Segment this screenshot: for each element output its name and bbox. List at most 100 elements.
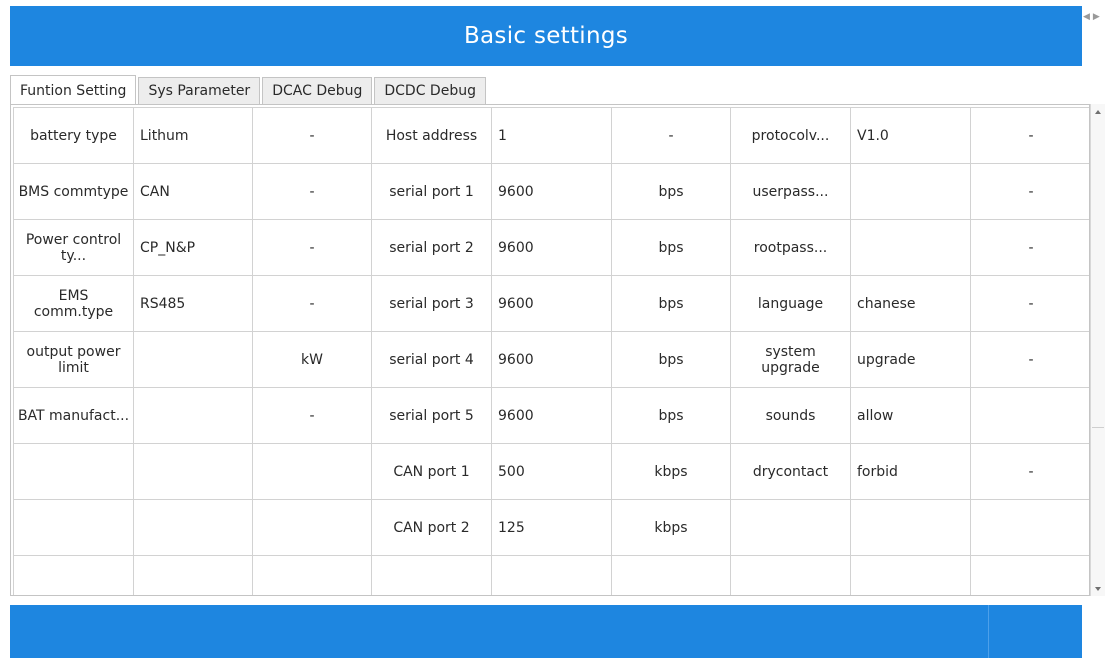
setting-unit-cell bbox=[970, 387, 1089, 444]
setting-value-cell[interactable]: upgrade bbox=[850, 331, 971, 388]
tab-sys-parameter[interactable]: Sys Parameter bbox=[138, 77, 261, 104]
setting-unit-cell: - bbox=[970, 219, 1089, 276]
setting-name-cell: system upgrade bbox=[730, 331, 851, 388]
setting-name-cell: BAT manufact... bbox=[13, 387, 134, 444]
setting-value-cell[interactable]: 125 bbox=[491, 499, 612, 556]
setting-value-cell[interactable] bbox=[491, 555, 612, 595]
setting-name-cell: CAN port 2 bbox=[371, 499, 492, 556]
setting-value-cell[interactable]: 9600 bbox=[491, 275, 612, 332]
setting-name-cell: serial port 1 bbox=[371, 163, 492, 220]
setting-unit-cell: - bbox=[970, 331, 1089, 388]
setting-value-cell[interactable] bbox=[133, 555, 253, 595]
setting-unit-cell: kbps bbox=[611, 499, 731, 556]
setting-unit-cell: - bbox=[611, 107, 731, 164]
setting-unit-cell: - bbox=[970, 443, 1089, 500]
setting-name-cell: battery type bbox=[13, 107, 134, 164]
setting-value-cell[interactable]: forbid bbox=[850, 443, 971, 500]
setting-value-cell[interactable]: 1 bbox=[491, 107, 612, 164]
vertical-scrollbar[interactable] bbox=[1090, 104, 1105, 596]
setting-name-cell: serial port 2 bbox=[371, 219, 492, 276]
setting-name-cell: serial port 5 bbox=[371, 387, 492, 444]
setting-value-cell[interactable] bbox=[133, 499, 253, 556]
tab-bar: Funtion Setting Sys Parameter DCAC Debug… bbox=[10, 75, 488, 105]
arrow-right-icon[interactable]: ▶ bbox=[1093, 12, 1100, 22]
scroll-up-icon[interactable] bbox=[1095, 110, 1101, 114]
table-row: battery type Lithum - Host address 1- protoco… bbox=[13, 107, 1089, 164]
setting-name-cell: sounds bbox=[730, 387, 851, 444]
setting-unit-cell: bps bbox=[611, 219, 731, 276]
setting-name-cell bbox=[371, 555, 492, 595]
setting-unit-cell: bps bbox=[611, 331, 731, 388]
setting-unit-cell bbox=[252, 443, 372, 500]
setting-name-cell bbox=[13, 499, 134, 556]
setting-unit-cell bbox=[252, 499, 372, 556]
setting-name-cell: protocolv... bbox=[730, 107, 851, 164]
setting-unit-cell: - bbox=[252, 163, 372, 220]
setting-name-cell: EMS comm.type bbox=[13, 275, 134, 332]
table-row: BMS commtype CAN - serial port 1 9600 bps user… bbox=[13, 163, 1089, 220]
setting-value-cell[interactable] bbox=[850, 219, 971, 276]
setting-name-cell: serial port 4 bbox=[371, 331, 492, 388]
setting-value-cell[interactable] bbox=[850, 163, 971, 220]
setting-name-cell bbox=[730, 555, 851, 595]
setting-value-cell[interactable]: Lithum bbox=[133, 107, 253, 164]
setting-value-cell[interactable]: 9600 bbox=[491, 163, 612, 220]
bottom-bar-divider bbox=[988, 605, 989, 658]
table-row: CAN port 1 500 kbps drycontact forbid - bbox=[13, 443, 1089, 500]
setting-value-cell[interactable] bbox=[850, 499, 971, 556]
tab-dcdc-debug[interactable]: DCDC Debug bbox=[374, 77, 486, 104]
setting-name-cell: output power limit bbox=[13, 331, 134, 388]
table-row: EMS comm.type RS485- serial port 3 9600 bps l… bbox=[13, 275, 1089, 332]
setting-name-cell bbox=[730, 499, 851, 556]
window-corner-arrows[interactable]: ◀ ▶ bbox=[1083, 10, 1105, 24]
setting-value-cell[interactable] bbox=[133, 387, 253, 444]
setting-unit-cell: - bbox=[970, 163, 1089, 220]
setting-unit-cell bbox=[252, 555, 372, 595]
setting-name-cell: serial port 3 bbox=[371, 275, 492, 332]
setting-value-cell[interactable] bbox=[133, 331, 253, 388]
setting-unit-cell: - bbox=[970, 275, 1089, 332]
setting-unit-cell bbox=[611, 555, 731, 595]
table-row bbox=[13, 555, 1089, 595]
setting-unit-cell: bps bbox=[611, 387, 731, 444]
scroll-thumb[interactable] bbox=[1092, 118, 1104, 428]
settings-table: battery type Lithum - Host address 1- protoco… bbox=[13, 107, 1089, 595]
settings-panel: battery type Lithum - Host address 1- protoco… bbox=[10, 104, 1090, 596]
setting-unit-cell: bps bbox=[611, 163, 731, 220]
setting-unit-cell: - bbox=[970, 107, 1089, 164]
table-row: output power limit kW serial port 4 9600 bps… bbox=[13, 331, 1089, 388]
setting-value-cell[interactable]: CP_N&P bbox=[133, 219, 253, 276]
setting-value-cell[interactable]: 9600 bbox=[491, 331, 612, 388]
setting-unit-cell: - bbox=[252, 107, 372, 164]
scroll-down-icon[interactable] bbox=[1095, 587, 1101, 591]
table-row: CAN port 2 125 kbps bbox=[13, 499, 1089, 556]
setting-value-cell[interactable] bbox=[133, 443, 253, 500]
setting-name-cell bbox=[13, 555, 134, 595]
setting-unit-cell: bps bbox=[611, 275, 731, 332]
setting-value-cell[interactable]: chanese bbox=[850, 275, 971, 332]
setting-value-cell[interactable]: allow bbox=[850, 387, 971, 444]
tab-dcac-debug[interactable]: DCAC Debug bbox=[262, 77, 373, 104]
setting-value-cell[interactable]: V1.0 bbox=[850, 107, 971, 164]
setting-unit-cell bbox=[970, 555, 1089, 595]
setting-unit-cell: - bbox=[252, 387, 372, 444]
setting-value-cell[interactable]: RS485 bbox=[133, 275, 253, 332]
table-row: BAT manufact... - serial port 5 9600 bps soun… bbox=[13, 387, 1089, 444]
setting-value-cell[interactable]: 500 bbox=[491, 443, 612, 500]
setting-value-cell[interactable]: 9600 bbox=[491, 219, 612, 276]
setting-name-cell: BMS commtype bbox=[13, 163, 134, 220]
arrow-left-icon[interactable]: ◀ bbox=[1083, 12, 1090, 22]
setting-value-cell[interactable]: CAN bbox=[133, 163, 253, 220]
bottom-bar bbox=[10, 605, 1082, 658]
setting-unit-cell: - bbox=[252, 275, 372, 332]
setting-name-cell: Host address bbox=[371, 107, 492, 164]
setting-unit-cell: kW bbox=[252, 331, 372, 388]
page-title: Basic settings bbox=[463, 23, 629, 49]
tab-funtion-setting[interactable]: Funtion Setting bbox=[10, 75, 137, 105]
setting-unit-cell: - bbox=[252, 219, 372, 276]
title-bar: Basic settings bbox=[10, 6, 1082, 66]
setting-name-cell: drycontact bbox=[730, 443, 851, 500]
setting-value-cell[interactable]: 9600 bbox=[491, 387, 612, 444]
setting-value-cell[interactable] bbox=[850, 555, 971, 595]
setting-name-cell bbox=[13, 443, 134, 500]
